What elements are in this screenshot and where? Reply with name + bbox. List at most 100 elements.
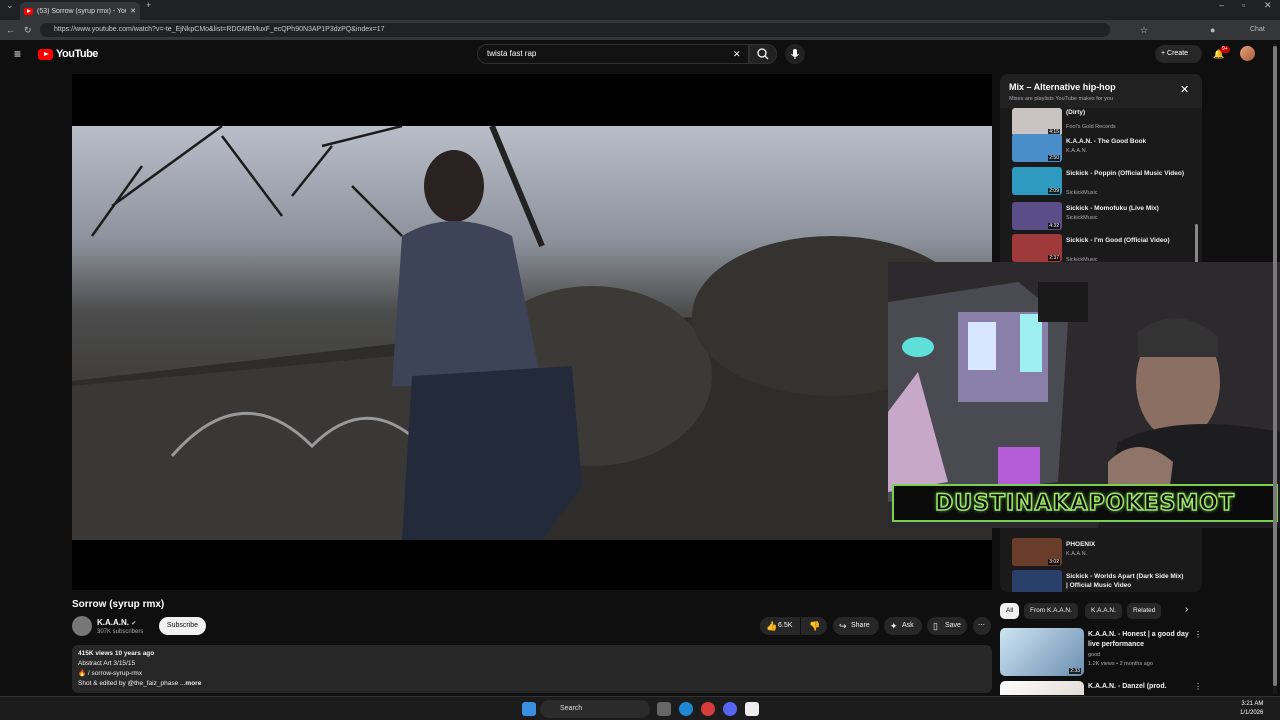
tab-title: (53) Sorrow (syrup rmx) - You: [37, 7, 127, 15]
windows-taskbar: Search 3:21 AM 1/1/2026: [0, 696, 1280, 720]
subscribe-button[interactable]: Subscribe: [159, 617, 206, 635]
video-title: Sorrow (syrup rmx): [72, 599, 165, 610]
clear-search-icon[interactable]: ✕: [733, 44, 741, 64]
streamer-name-banner: DUSTINAKAPOKESMOT: [892, 484, 1278, 522]
profile-icon[interactable]: ●: [1210, 20, 1215, 40]
ask-button[interactable]: ✦ Ask: [884, 617, 922, 635]
obs-icon[interactable]: [745, 702, 759, 716]
mix-title: Mix – Alternative hip-hop: [1009, 82, 1116, 92]
search-input[interactable]: twista fast rap: [477, 44, 749, 64]
like-count: 6.5K: [778, 622, 793, 629]
channel-avatar[interactable]: [72, 616, 92, 636]
taskbar-search-label: Search: [560, 705, 583, 712]
chat-button[interactable]: Chat: [1250, 20, 1265, 40]
voice-search-button[interactable]: [785, 44, 805, 64]
url-field[interactable]: https://www.youtube.com/watch?v=-te_EjNk…: [40, 23, 1110, 37]
maximize-icon[interactable]: ▫: [1242, 0, 1245, 15]
recommendation-menu-icon[interactable]: ⋮: [1194, 682, 1202, 691]
playlist-item[interactable]: 3:02 PHOENIX K.A.A.N.: [1012, 538, 1192, 568]
task-view-icon[interactable]: [657, 702, 671, 716]
close-window-icon[interactable]: ✕: [1264, 0, 1272, 15]
chip-all[interactable]: All: [1000, 603, 1020, 619]
page-scrollbar-thumb[interactable]: [1273, 46, 1277, 686]
more-dots-icon: ⋯: [978, 622, 985, 629]
start-icon[interactable]: [522, 702, 536, 716]
save-label: Save: [945, 622, 961, 629]
mix-close-icon[interactable]: ✕: [1180, 83, 1189, 96]
chip-from-channel[interactable]: From K.A.A.N.: [1024, 603, 1078, 619]
refresh-icon[interactable]: ↻: [24, 20, 32, 40]
system-clock[interactable]: 3:21 AM 1/1/2026: [1240, 700, 1263, 718]
youtube-logo-text: YouTube: [56, 48, 98, 60]
recommendation-item[interactable]: K.A.A.N. - Danzel (prod. ⋮: [1000, 681, 1205, 695]
playlist-item-title: (Dirty): [1066, 109, 1086, 116]
thumbs-down-icon: 👎: [809, 621, 821, 631]
recommendation-title: K.A.A.N. - Danzel (prod.: [1088, 683, 1167, 690]
dislike-button[interactable]: 👎: [801, 617, 827, 635]
back-icon[interactable]: ←: [6, 20, 15, 40]
video-player[interactable]: [72, 74, 992, 590]
tab-menu-icon[interactable]: ⌄: [6, 0, 14, 15]
playlist-item-channel: K.A.A.N.: [1066, 148, 1088, 154]
playlist-item-title: Sickick - Momofuku (Live Mix): [1066, 205, 1159, 212]
create-button[interactable]: + Create: [1155, 45, 1202, 63]
more-actions-button[interactable]: ⋯: [973, 617, 991, 635]
hamburger-menu-icon[interactable]: ≡: [14, 44, 21, 64]
youtube-favicon-icon: [24, 7, 33, 15]
playlist-item[interactable]: 2:09 Sickick - Poppin (Official Music Vi…: [1012, 167, 1192, 197]
recommendation-channel: good: [1088, 652, 1101, 658]
view-stats: 415K views 10 years ago: [78, 650, 155, 657]
favorite-star-icon[interactable]: ☆: [1140, 20, 1148, 40]
recommendation-thumbnail: 2:33: [1000, 628, 1084, 676]
playlist-item-title: Sickick - I'm Good (Official Video): [1066, 237, 1170, 244]
chip-channel[interactable]: K.A.A.N.: [1085, 603, 1122, 619]
recommendation-menu-icon[interactable]: ⋮: [1194, 630, 1202, 639]
playlist-item-channel: SickickMusic: [1066, 215, 1098, 221]
playlist-item[interactable]: 2:37 Sickick - I'm Good (Official Video)…: [1012, 234, 1192, 264]
recommendation-item[interactable]: 2:33 K.A.A.N. - Honest | a good day live…: [1000, 628, 1205, 678]
description-box[interactable]: 415K views 10 years ago Abstract Art 3/1…: [72, 645, 992, 693]
playlist-scrollbar-thumb[interactable]: [1195, 224, 1198, 264]
youtube-logo[interactable]: YouTube: [38, 48, 98, 60]
playlist-item[interactable]: 2:50 K.A.A.N. - The Good Book K.A.A.N.: [1012, 134, 1192, 164]
notification-badge: 9+: [1220, 46, 1230, 53]
thumbs-up-icon: 👍: [766, 621, 778, 631]
playlist-item[interactable]: 4:32 Sickick - Momofuku (Live Mix) Sicki…: [1012, 202, 1192, 232]
minimize-icon[interactable]: –: [1219, 0, 1224, 15]
create-label: Create: [1167, 50, 1189, 57]
clock-date: 1/1/2026: [1240, 710, 1264, 716]
playlist-item-channel: K.A.A.N.: [1066, 551, 1088, 557]
description-line: Abstract Art 3/15/15: [78, 660, 136, 667]
chip-related[interactable]: Related: [1127, 603, 1162, 619]
youtube-header: ≡ YouTube twista fast rap ✕ + Create 🔔 9…: [0, 40, 1280, 68]
browser-address-bar: ← ↻ https://www.youtube.com/watch?v=-te_…: [0, 20, 1280, 40]
like-button[interactable]: 👍 6.5K: [760, 617, 800, 635]
channel-name[interactable]: K.A.A.N. ✔: [97, 618, 136, 627]
search-button[interactable]: [749, 44, 777, 64]
bookmark-icon: ▯: [933, 621, 938, 631]
playlist-item-title: K.A.A.N. - The Good Book: [1066, 138, 1147, 145]
mix-subtitle: Mixes are playlists YouTube makes for yo…: [1009, 96, 1114, 102]
microphone-icon: [791, 49, 799, 59]
account-avatar[interactable]: [1240, 46, 1255, 61]
share-button[interactable]: ↪ Share: [833, 617, 879, 635]
recommendation-title: K.A.A.N. - Honest | a good day live perf…: [1088, 631, 1189, 648]
channel-name-text: K.A.A.N.: [97, 618, 129, 627]
discord-icon[interactable]: [723, 702, 737, 716]
subscriber-count: 307K subscribers: [97, 629, 144, 635]
chips-next-icon[interactable]: ›: [1185, 604, 1188, 615]
taskbar-search[interactable]: Search: [540, 700, 650, 718]
browser-tab-bar: ⌄ (53) Sorrow (syrup rmx) - You ✕ + – ▫ …: [0, 0, 1280, 20]
playlist-item[interactable]: Sickick - Worlds Apart (Dark Side Mix) |…: [1012, 570, 1192, 592]
edge-browser-icon[interactable]: [679, 702, 693, 716]
verified-icon: ✔: [131, 621, 137, 627]
browser-tab-active[interactable]: (53) Sorrow (syrup rmx) - You ✕: [20, 2, 140, 20]
new-tab-icon[interactable]: +: [146, 0, 151, 15]
share-icon: ↪: [839, 621, 847, 631]
tab-close-icon[interactable]: ✕: [130, 7, 136, 15]
save-button[interactable]: ▯ Save: [927, 617, 967, 635]
playlist-item-channel: SickickMusic: [1066, 190, 1098, 196]
search-icon: [757, 48, 769, 60]
show-more-link[interactable]: more: [185, 680, 201, 687]
chrome-browser-icon[interactable]: [701, 702, 715, 716]
